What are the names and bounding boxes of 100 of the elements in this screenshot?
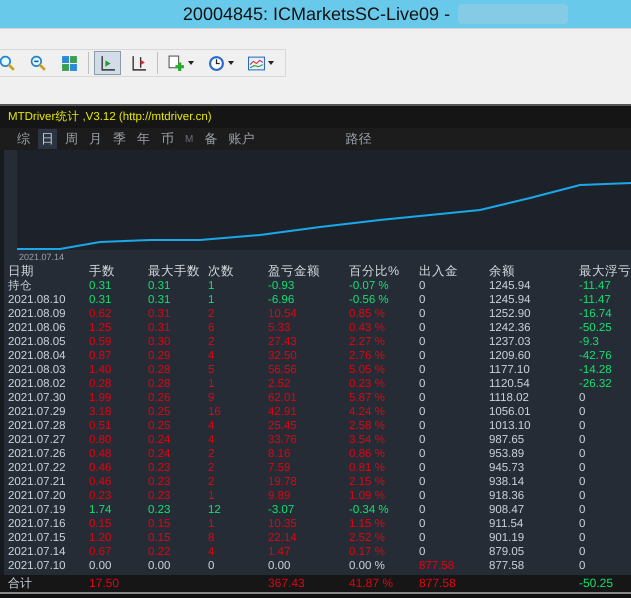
- table-cell-text: 2.52 %: [349, 531, 386, 545]
- tab[interactable]: 年: [134, 129, 153, 149]
- chart-axes-arrow-button[interactable]: [94, 51, 121, 75]
- table-cell-text: 0.31: [89, 293, 112, 307]
- table-cell-text: 0.28: [89, 377, 112, 391]
- table-cell-text: 1: [208, 517, 216, 531]
- tab[interactable]: 周: [62, 129, 81, 149]
- panel-caption: MTDriver统计 ,V3.12 (http://mtdriver.cn): [0, 106, 631, 128]
- table-cell-text: 0.00: [89, 559, 112, 573]
- table-cell-text: 0.00: [268, 559, 292, 573]
- table-cell-text: -16.74: [579, 307, 613, 321]
- table-cell-text: 0.24: [148, 433, 172, 447]
- table-cell-text: -0.07 %: [349, 279, 390, 293]
- table-cell-text: 0.23: [148, 461, 172, 475]
- table-cell-text: 0.23: [148, 489, 172, 503]
- table-cell-text: 32.50: [268, 349, 298, 363]
- window-grid-icon: [61, 54, 78, 72]
- table-cell-text: 0.22: [148, 545, 172, 559]
- column-header: 最大手数: [148, 264, 201, 279]
- table-cell-text: 2: [208, 447, 216, 461]
- table-cell-text: 1.09 %: [349, 489, 386, 503]
- table-cell-text: 1: [208, 377, 216, 391]
- table-cell-text: 22.14: [268, 531, 298, 545]
- table-cell-text: 0: [579, 405, 586, 419]
- table-cell-text: 0.86 %: [349, 447, 386, 461]
- table-cell-text: 0: [579, 461, 586, 475]
- total-cell-text: 877.58: [419, 576, 457, 591]
- table-cell-text: 42.91: [268, 405, 298, 419]
- caret-icon: [188, 61, 194, 65]
- table-cell-text: 0: [419, 517, 426, 531]
- table-cell-text: 1.20: [89, 531, 112, 545]
- table-cell-text: -0.56 %: [349, 293, 390, 307]
- tab[interactable]: 账户: [225, 129, 258, 149]
- chart-template-icon: [248, 54, 265, 72]
- tab[interactable]: 日: [38, 129, 57, 149]
- table-cell-text: 2021.07.30: [8, 391, 67, 405]
- caret-icon: [228, 61, 234, 65]
- table-cell-text: 0.85 %: [349, 307, 386, 321]
- table-cell-text: 2021.08.09: [8, 307, 67, 321]
- table-cell-text: 918.36: [489, 489, 526, 503]
- table-cell-text: 1242.36: [489, 321, 532, 335]
- table-cell-text: 2021.08.05: [8, 335, 67, 349]
- table-cell-text: 7.59: [268, 461, 292, 475]
- table-cell-text: 2021.07.26: [8, 447, 67, 461]
- table-cell-text: 0: [208, 559, 216, 573]
- table-cell-text: 2.58 %: [349, 419, 386, 433]
- table-cell-text: 2021.07.27: [8, 433, 67, 447]
- table-cell-text: -14.28: [579, 363, 613, 377]
- table-cell-text: 4.24 %: [349, 405, 386, 419]
- window-title: 20004845: ICMarketsSC-Live09 -: [182, 4, 450, 24]
- caret-icon: [268, 61, 274, 65]
- table-cell-text: 1.74: [89, 503, 112, 517]
- table-cell-text: 5.87 %: [349, 391, 386, 405]
- table-cell-text: 2021.08.10: [8, 293, 67, 307]
- table-cell-text: 0: [579, 517, 586, 531]
- table-cell-text: 0.43 %: [349, 321, 386, 335]
- table-cell-text: 0: [419, 363, 426, 377]
- table-cell-text: 9: [208, 391, 216, 405]
- table-cell-text: 0: [419, 405, 426, 419]
- table-cell-text: 2021.07.10: [8, 559, 67, 573]
- table-cell-text: -0.93: [268, 279, 296, 293]
- tab[interactable]: 月: [86, 129, 105, 149]
- tab[interactable]: 备: [201, 129, 220, 149]
- table-cell-text: 0.31: [148, 321, 172, 335]
- table-cell-text: 16: [208, 405, 222, 419]
- total-cell-text: -50.25: [579, 576, 614, 591]
- table-cell-text: 10.54: [268, 307, 298, 321]
- table-cell-text: 0: [419, 307, 426, 321]
- table-cell-text: 4: [208, 433, 216, 447]
- table-cell-text: 0.81 %: [349, 461, 386, 475]
- table-cell-text: 0.24: [148, 447, 172, 461]
- table-cell-text: 1.40: [89, 363, 112, 377]
- table-cell-text: -42.76: [579, 349, 613, 363]
- tab[interactable]: 综: [14, 129, 33, 149]
- table-cell-text: 0: [419, 503, 426, 517]
- table-cell-text: 0.15: [148, 531, 172, 545]
- table-cell-text: 2: [208, 307, 216, 321]
- table-cell-text: 0.29: [148, 349, 172, 363]
- chart-date-label: 2021.07.14: [18, 251, 66, 264]
- table-cell-text: 0: [419, 545, 426, 559]
- tab[interactable]: 季: [110, 129, 129, 149]
- table-cell-text: 0.00: [148, 559, 172, 573]
- table-cell-text: -9.3: [579, 335, 600, 349]
- table-cell-text: 879.05: [489, 545, 526, 559]
- table-cell-text: 0: [419, 419, 426, 433]
- table-cell-text: 0: [579, 419, 586, 433]
- table-cell-text: 877.58: [489, 559, 526, 573]
- table-cell-text: 1.47: [268, 545, 292, 559]
- table-cell-text: 2.27 %: [349, 335, 386, 349]
- table-cell-text: -11.47: [579, 293, 612, 307]
- table-cell-text: 0.26: [148, 391, 172, 405]
- tab[interactable]: 币: [158, 129, 177, 149]
- table-cell-text: 908.47: [489, 503, 526, 517]
- table-cell-text: 945.73: [489, 461, 526, 475]
- table-cell-text: 33.76: [268, 433, 298, 447]
- table-cell-text: 0.80: [89, 433, 112, 447]
- table-cell-text: 953.89: [489, 447, 526, 461]
- tab[interactable]: 路径: [342, 129, 374, 149]
- table-cell-text: 0.28: [148, 377, 172, 391]
- table-cell-text: 0.87: [89, 349, 112, 363]
